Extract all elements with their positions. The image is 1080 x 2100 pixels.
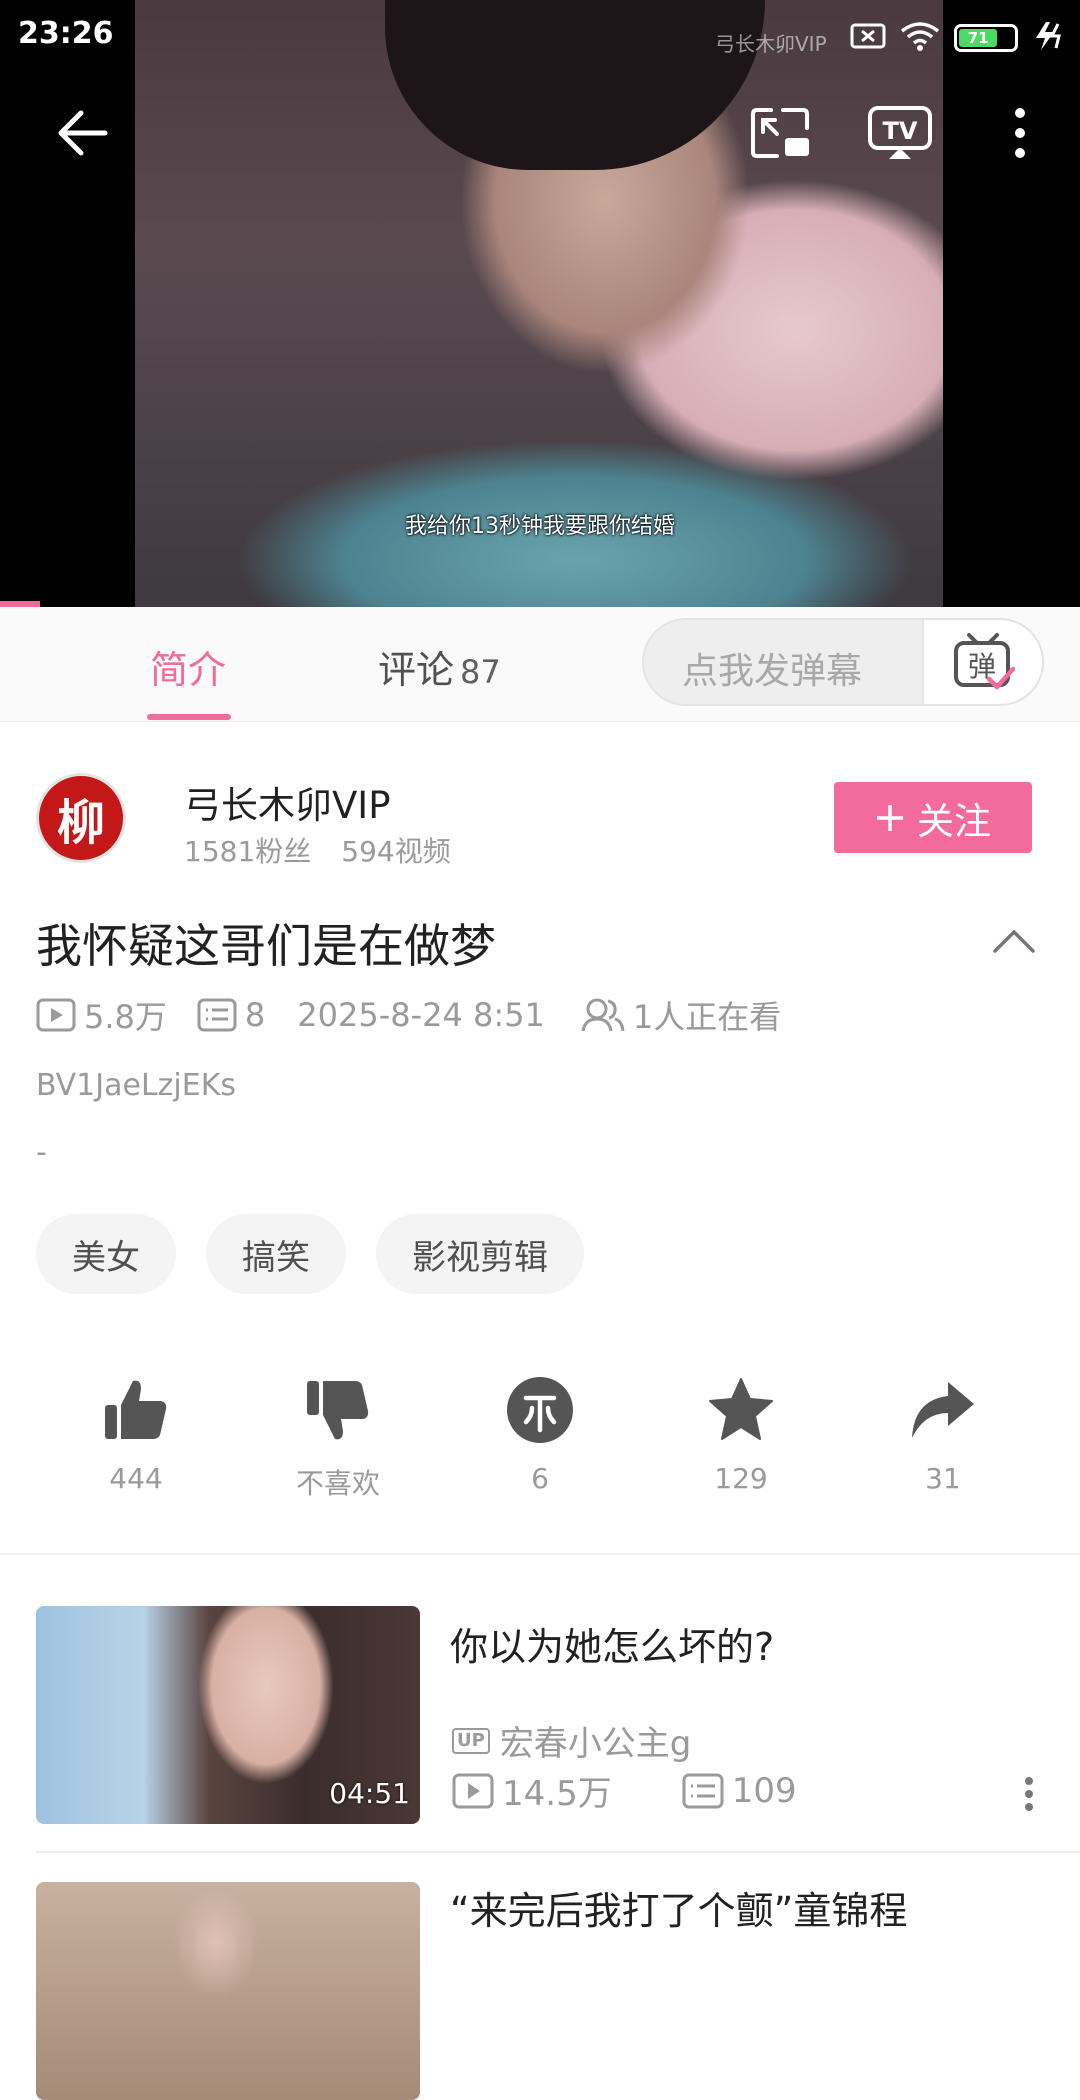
recommended-danmaku-count: 109 <box>682 1771 797 1811</box>
dislike-button[interactable]: 不喜欢 <box>268 1370 408 1502</box>
more-vertical-icon <box>1025 1777 1033 1811</box>
uploader-name[interactable]: 弓长木卯VIP <box>184 775 391 829</box>
danmaku-input[interactable]: 点我发弹幕 <box>682 642 862 694</box>
follow-label: 关注 <box>917 799 991 843</box>
like-button[interactable]: 444 <box>66 1370 206 1495</box>
uploader-videos: 594视频 <box>341 835 451 868</box>
charging-icon <box>1032 20 1066 56</box>
play-count-icon <box>452 1773 494 1808</box>
coin-icon <box>507 1377 573 1443</box>
tab-comments-label: 评论 <box>378 648 455 692</box>
danmaku-input-box[interactable]: 点我发弹幕 弹 <box>642 618 1044 706</box>
arrow-left-icon <box>58 110 108 156</box>
uploader-stats: 1581粉丝 594视频 <box>184 830 451 870</box>
section-divider <box>0 1553 1080 1555</box>
plus-icon <box>877 804 903 831</box>
follow-button[interactable]: 关注 <box>834 782 1032 853</box>
bvid: BV1JaeLzjEKs <box>36 1068 237 1103</box>
video-player[interactable]: 弓长木卯VIP 我给你13秒钟我要跟你结婚 23:26 71 TV <box>0 0 1080 607</box>
favorite-count: 129 <box>714 1462 768 1495</box>
chevron-up-icon <box>993 930 1035 953</box>
tag-item[interactable]: 影视剪辑 <box>376 1214 584 1294</box>
tag-item[interactable]: 美女 <box>36 1214 176 1294</box>
list-divider <box>36 1851 1080 1853</box>
watching-now-text: 1人正在看 <box>632 998 782 1036</box>
watching-now: 1人正在看 <box>581 992 781 1038</box>
play-count-icon <box>36 998 76 1032</box>
dislike-label: 不喜欢 <box>295 1467 380 1500</box>
recommended-video-item[interactable]: 04:51 你以为她怎么坏的? UP 宏春小公主g 14.5万 109 <box>36 1606 1044 1824</box>
comment-count: 87 <box>460 653 501 691</box>
recommended-view-count: 14.5万 <box>452 1766 612 1815</box>
sim-x-icon <box>850 22 886 54</box>
status-icons: 71 <box>850 20 1066 56</box>
danmaku-count-icon <box>682 1773 724 1808</box>
coin-count: 6 <box>531 1462 549 1495</box>
danmaku-toggle-icon: 弹 <box>954 633 1015 690</box>
up-badge-icon: UP <box>452 1727 490 1754</box>
recommended-video-uploader: UP 宏春小公主g <box>452 1716 691 1765</box>
danmaku-toggle-button[interactable]: 弹 <box>922 620 1042 704</box>
video-duration: 04:51 <box>329 1777 410 1810</box>
favorite-button[interactable]: 129 <box>671 1370 811 1495</box>
wifi-icon <box>900 21 940 55</box>
tab-intro[interactable]: 简介 <box>150 639 226 694</box>
star-icon <box>709 1378 773 1440</box>
share-button[interactable]: 31 <box>873 1370 1013 1495</box>
back-button[interactable] <box>48 98 118 168</box>
danmaku-count-icon <box>197 998 237 1032</box>
share-arrow-icon <box>912 1382 974 1438</box>
video-subtitle: 我给你13秒钟我要跟你结婚 <box>405 514 675 539</box>
view-count-text: 5.8万 <box>84 998 167 1036</box>
video-description: - <box>36 1135 47 1170</box>
recommended-video-item[interactable]: “来完后我打了个颤”童锦程 <box>36 1882 1044 2100</box>
uploader-fans: 1581粉丝 <box>184 835 312 868</box>
watching-people-icon <box>581 998 625 1032</box>
recommended-video-stats: 14.5万 109 <box>452 1766 797 1815</box>
recommended-video-thumbnail[interactable]: 04:51 <box>36 1606 420 1824</box>
recommended-danmaku-count-text: 109 <box>731 1770 797 1811</box>
publish-date: 2025-8-24 8:51 <box>297 996 545 1034</box>
recommended-video-thumbnail[interactable] <box>36 1882 420 2100</box>
tv-cast-icon: TV <box>868 106 932 159</box>
mini-window-button[interactable] <box>745 98 815 168</box>
thumbs-down-icon <box>307 1381 369 1440</box>
view-count: 5.8万 <box>36 992 167 1038</box>
video-title: 我怀疑这哥们是在做梦 <box>36 919 496 973</box>
detail-tab-bar: 简介 评论 87 点我发弹幕 弹 <box>0 607 1080 722</box>
thumbs-up-icon <box>105 1380 167 1439</box>
status-time: 23:26 <box>18 16 114 51</box>
svg-text:TV: TV <box>883 117 918 145</box>
share-count: 31 <box>925 1462 961 1495</box>
battery-icon: 71 <box>954 24 1018 52</box>
tag-list: 美女 搞笑 影视剪辑 <box>36 1214 584 1294</box>
coin-button[interactable]: 6 <box>470 1370 610 1495</box>
more-vertical-icon <box>1015 108 1025 158</box>
like-count: 444 <box>109 1462 163 1495</box>
battery-level: 71 <box>959 29 998 47</box>
uploader-avatar[interactable]: 柳 <box>36 773 126 863</box>
collapse-intro-button[interactable] <box>988 915 1040 967</box>
recommended-view-count-text: 14.5万 <box>502 1774 612 1814</box>
status-bar: 23:26 71 <box>0 0 1080 70</box>
more-options-button[interactable] <box>985 98 1055 168</box>
video-meta-row: 5.8万 8 2025-8-24 8:51 1人正在看 <box>36 992 781 1038</box>
recommended-more-button[interactable] <box>1014 1774 1044 1814</box>
active-tab-indicator <box>147 714 231 720</box>
recommended-video-title[interactable]: “来完后我打了个颤”童锦程 <box>450 1880 907 1935</box>
danmaku-count: 8 <box>197 996 265 1034</box>
picture-in-picture-icon <box>751 108 809 158</box>
cast-tv-button[interactable]: TV <box>865 98 935 168</box>
tag-item[interactable]: 搞笑 <box>206 1214 346 1294</box>
action-bar: 444 不喜欢 6 129 31 <box>0 1370 1080 1500</box>
danmaku-count-text: 8 <box>244 996 266 1034</box>
danmaku-icon-text: 弹 <box>968 650 996 683</box>
recommended-video-title[interactable]: 你以为她怎么坏的? <box>450 1616 774 1671</box>
tab-comments[interactable]: 评论 87 <box>378 639 501 694</box>
recommended-uploader-name: 宏春小公主g <box>499 1724 692 1764</box>
